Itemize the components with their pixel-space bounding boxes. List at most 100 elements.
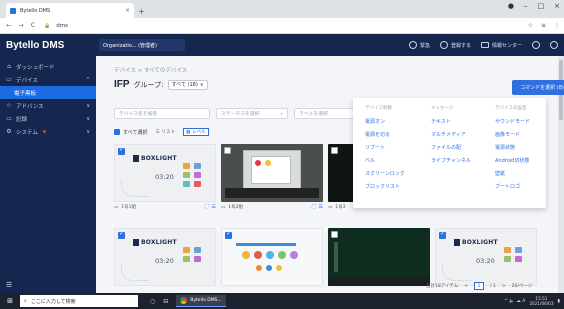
sidebar-item-ifp[interactable]: 電子黒板 [0, 86, 96, 99]
prev-page-button[interactable]: < [464, 284, 468, 289]
windows-start-icon[interactable]: ⊞ [0, 297, 20, 305]
maximize-button[interactable]: □ [538, 2, 545, 10]
tab-close-icon[interactable]: × [125, 7, 130, 14]
group-select[interactable]: すべて (18) ∨ [167, 79, 208, 90]
collapse-sidebar-icon[interactable]: ☰ [6, 281, 12, 289]
command-reboot[interactable]: リブート [365, 142, 405, 155]
device-checkbox[interactable] [224, 147, 231, 154]
emergency-button[interactable]: 緊急 [408, 41, 430, 49]
remote-icon[interactable]: ⛶ [312, 204, 316, 210]
device-checkbox[interactable] [225, 230, 232, 239]
command-wallpaper[interactable]: 壁紙 [495, 168, 530, 181]
device-card[interactable] [328, 228, 430, 300]
sidebar-item-records[interactable]: ▭ 記録 ∨ [0, 112, 96, 125]
chevron-down-icon: ∨ [199, 81, 204, 88]
command-power-off[interactable]: 電源を切る [365, 129, 405, 142]
new-tab-button[interactable]: + [138, 7, 145, 16]
device-screenshot[interactable] [221, 144, 323, 202]
notifications-icon[interactable]: ▮ [558, 299, 560, 304]
device-checkbox[interactable] [439, 230, 446, 239]
device-card[interactable]: BOXLIGHT 03:20 [114, 228, 216, 300]
status-select-placeholder: ステータスを選択 [221, 112, 260, 117]
taskbar-search-input[interactable]: ⌕ ここに入力して検索 [20, 295, 138, 307]
tray-icons[interactable]: ^ 🔈 ☁ A [504, 299, 525, 304]
command-picture-mode[interactable]: 画像モード [495, 129, 530, 142]
view-list-button[interactable]: ☰ リスト [155, 129, 175, 136]
view-grid-label: レベル [192, 130, 206, 135]
system-clock[interactable]: 15:51 2021/06/03 [529, 296, 553, 306]
select-all-checkbox[interactable]: すべて選択 [114, 129, 147, 136]
organization-select[interactable]: Organizatio... (管理者) [99, 39, 185, 51]
device-screenshot[interactable] [221, 228, 323, 286]
monitor-icon: ▭ [114, 204, 119, 210]
browser-menu-icon[interactable]: ⋮ [554, 22, 560, 29]
device-checkbox[interactable] [331, 231, 338, 238]
card-actions: ⛶ ☰ [312, 204, 323, 210]
device-checkbox[interactable] [118, 146, 125, 155]
view-grid-button[interactable]: ▦ レベル [183, 128, 209, 136]
device-screenshot[interactable]: BOXLIGHT 03:20 [435, 228, 537, 286]
command-boot-logo[interactable]: ブートロゴ [495, 181, 530, 194]
sidebar-item-devices[interactable]: ▭ デバイス ^ [0, 73, 96, 86]
command-power-on[interactable]: 電源オン [365, 116, 405, 129]
device-card[interactable] [221, 228, 323, 300]
browser-tab[interactable]: Bytello DMS × [6, 3, 134, 18]
sidebar-item-dashboard[interactable]: ⌂ ダッシュボード [0, 60, 96, 73]
app-icons [504, 247, 526, 262]
next-page-button[interactable]: > [502, 284, 506, 289]
command-screen-lock[interactable]: スクリーンロック [365, 168, 405, 181]
column-heading: デバイス制御 [365, 106, 392, 111]
message-center-button[interactable]: 情報センター [480, 42, 522, 49]
command-text[interactable]: テキスト [431, 116, 471, 129]
back-button[interactable]: ← [4, 22, 14, 29]
device-screenshot[interactable]: BOXLIGHT 03:20 [114, 228, 216, 286]
command-file-distribution[interactable]: ファイルの配 [431, 142, 471, 155]
chevron-down-icon: ∨ [86, 102, 90, 109]
device-search-input[interactable]: デバイス名を検索 [114, 108, 210, 119]
details-icon[interactable]: ☰ [319, 204, 323, 210]
url-field[interactable]: dms [56, 23, 68, 29]
notification-dot [42, 130, 46, 133]
reload-button[interactable]: C [28, 22, 38, 29]
taskbar-chrome-app[interactable]: Bytello DMS... [176, 295, 226, 307]
chrome-icon [180, 297, 188, 304]
device-card[interactable]: ▭ 1号2組 ⛶ ☰ [221, 144, 323, 216]
device-screenshot[interactable]: BOXLIGHT 03:20 [114, 144, 216, 202]
per-page-select[interactable]: 20/ページ [512, 283, 533, 289]
device-checkbox[interactable] [331, 147, 338, 154]
device-screenshot[interactable] [328, 228, 430, 286]
close-window-button[interactable]: × [554, 2, 560, 10]
command-bell[interactable]: ベル [365, 155, 405, 168]
app-icon [290, 251, 298, 259]
register-button[interactable]: 登録する [439, 41, 471, 49]
status-select[interactable]: ステータスを選択 ∨ [216, 108, 288, 119]
command-android-state[interactable]: Android切状態 [495, 155, 530, 168]
task-switch-icon[interactable]: ⊟ [163, 298, 168, 305]
device-card[interactable]: BOXLIGHT 03:20 ▭ 1号1組 [114, 144, 216, 216]
user-icon[interactable] [550, 41, 558, 49]
current-page-input[interactable]: 1 [474, 282, 485, 290]
select-all-label: すべて選択 [123, 129, 148, 136]
minimize-button[interactable]: – [524, 2, 528, 10]
command-live-channel[interactable]: ライブチャンネル [431, 155, 471, 168]
message-column: メッセージ テキスト マルチメディア ファイルの配 ライブチャンネル [431, 105, 471, 168]
remote-icon[interactable]: ⛶ [205, 204, 209, 210]
forward-button[interactable]: → [16, 22, 26, 29]
command-multimedia[interactable]: マルチメディア [431, 129, 471, 142]
select-command-button[interactable]: コマンドを選択 (8) [512, 80, 564, 95]
bookmark-star-icon[interactable]: ☆ [528, 22, 533, 29]
device-checkbox[interactable] [118, 230, 125, 239]
boxlight-logo: BOXLIGHT [141, 155, 177, 162]
sidebar-item-advanced[interactable]: ☆ アドバンス ∨ [0, 99, 96, 112]
command-blocklist[interactable]: ブロックリスト [365, 181, 405, 194]
command-power-state[interactable]: 電源状態 [495, 142, 530, 155]
profile-icon[interactable]: ● [508, 2, 514, 10]
details-icon[interactable]: ☰ [212, 204, 216, 210]
extensions-icon[interactable]: ≡ [541, 22, 546, 29]
sidebar-item-system[interactable]: ⚙ システム ∨ [0, 125, 96, 138]
task-view-icon[interactable]: ○ [150, 298, 155, 305]
command-sound-mode[interactable]: サウンドモード [495, 116, 530, 129]
brand-logo[interactable]: Bytello DMS [0, 40, 96, 51]
gear-icon[interactable] [532, 41, 540, 49]
card-footer: ▭ 1号2組 ⛶ ☰ [221, 204, 323, 210]
